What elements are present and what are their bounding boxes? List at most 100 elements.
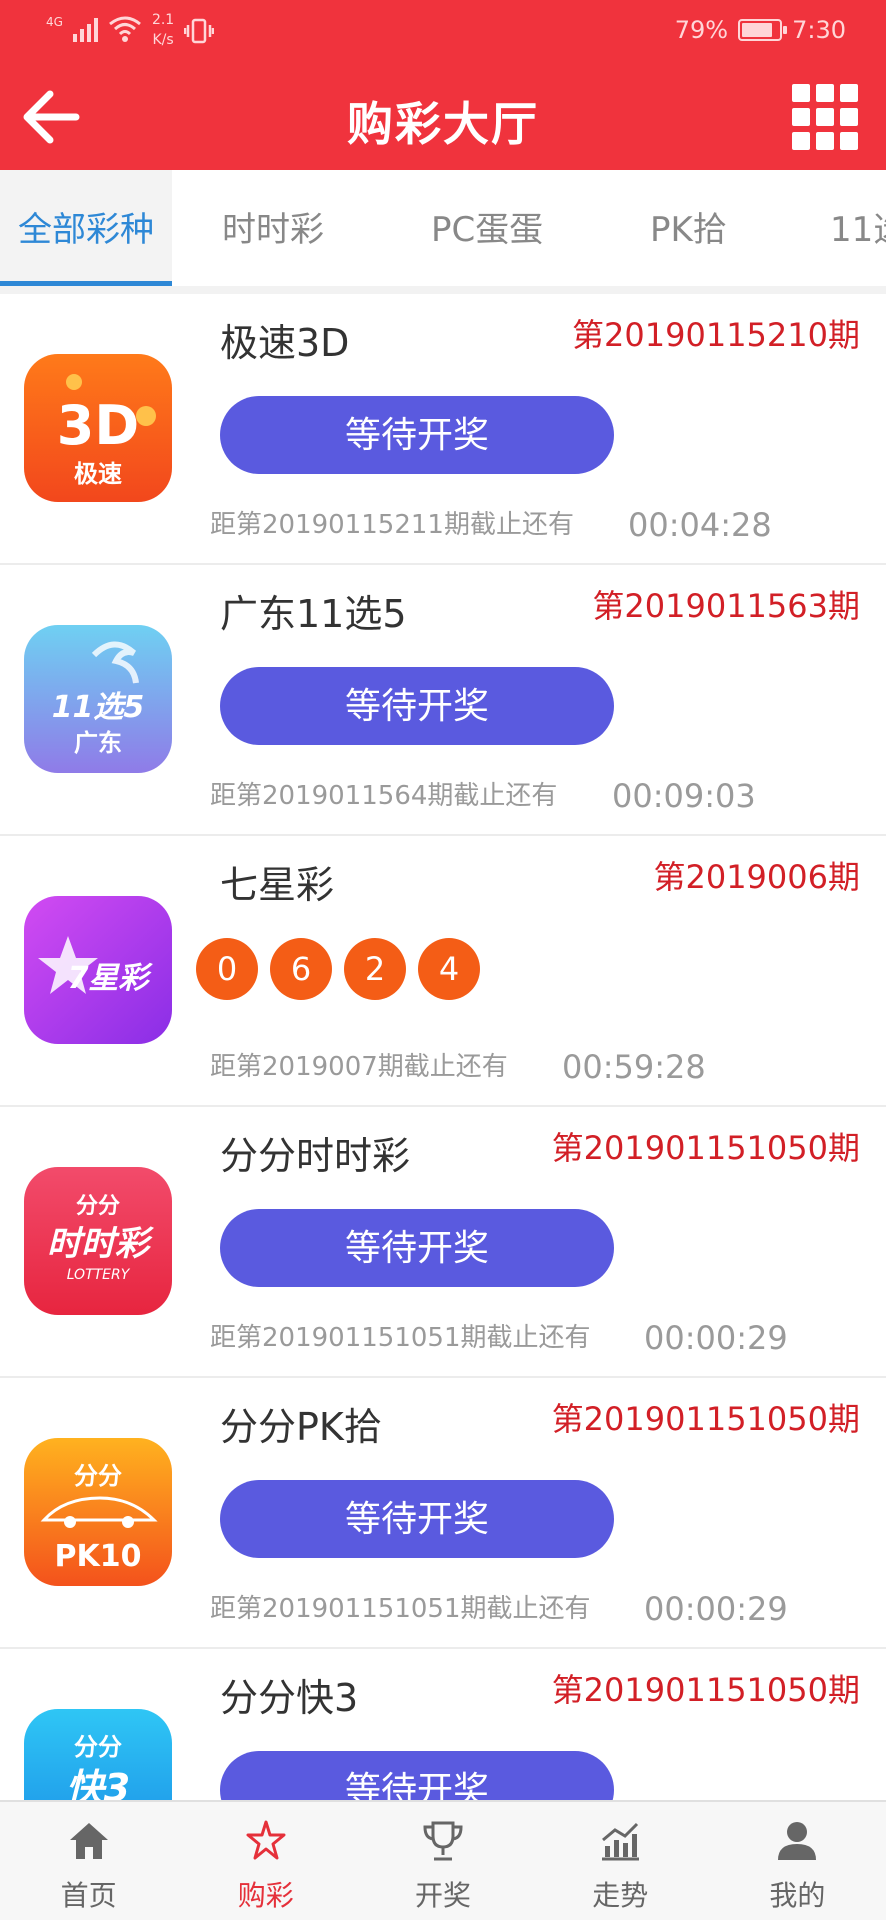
status-left: 4G 2.1 K/s [46, 10, 215, 50]
nav-home[interactable]: 首页 [0, 1802, 177, 1920]
lottery-name: 分分快3 [220, 1676, 359, 1720]
tab-label: 全部彩种 [18, 210, 154, 250]
lottery-name: 分分PK拾 [220, 1405, 382, 1449]
header: 购彩大厅 [0, 64, 886, 170]
qixingcai-logo: 7星彩 [24, 896, 172, 1044]
battery-icon [738, 19, 788, 41]
category-tabs: 全部彩种 时时彩 PC蛋蛋 PK拾 11选5 [0, 170, 886, 294]
tab-label: 时时彩 [222, 210, 324, 250]
lottery-name: 广东11选5 [220, 592, 407, 636]
lottery-period: 第2019011563期 [592, 587, 860, 625]
bottom-nav: 首页 购彩 开奖 走势 我的 [0, 1800, 886, 1920]
tab-11x5[interactable]: 11选5 [830, 170, 886, 286]
lottery-name: 七星彩 [220, 863, 335, 907]
net-speed-value: 2.1 [151, 12, 175, 28]
countdown-label: 距第2019007期截止还有 [210, 1052, 508, 1082]
net-speed-unit: K/s [152, 32, 174, 48]
network-type: 4G [46, 15, 63, 29]
battery-percent: 79% [674, 16, 729, 44]
fenfen-k3-logo: 分分 快3 [24, 1709, 172, 1800]
lottery-period: 第201901151050期 [551, 1671, 860, 1709]
lottery-item-fenfen-ssc[interactable]: 分分 时时彩 LOTTERY 分分时时彩 第201901151050期 等待开奖… [0, 1107, 886, 1378]
svg-text:PK10: PK10 [55, 1539, 142, 1574]
wifi-icon [109, 16, 141, 42]
nav-draw-results[interactable]: 开奖 [354, 1802, 531, 1920]
waiting-draw-button[interactable]: 等待开奖 [220, 1480, 614, 1558]
number-ball: 4 [418, 938, 480, 1000]
svg-text:分分: 分分 [76, 1194, 120, 1219]
countdown-label: 距第20190115211期截止还有 [210, 510, 574, 540]
svg-text:11选5: 11选5 [52, 690, 145, 725]
page-title: 购彩大厅 [347, 97, 539, 151]
tab-shishicai[interactable]: 时时彩 [222, 170, 324, 286]
countdown-time: 00:00:29 [644, 1319, 788, 1357]
nav-label: 开奖 [415, 1879, 472, 1912]
jisu-3d-logo: 3D 极速 [24, 354, 172, 502]
lottery-item-fenfen-pk10[interactable]: 分分 PK10 分分PK拾 第201901151050期 等待开奖 距第2019… [0, 1378, 886, 1649]
nav-label: 首页 [60, 1879, 117, 1912]
svg-text:极速: 极速 [74, 460, 122, 488]
tab-all-lotteries[interactable]: 全部彩种 [0, 170, 172, 286]
user-icon [778, 1822, 817, 1860]
lottery-name: 极速3D [220, 321, 350, 365]
clock: 7:30 [792, 16, 846, 44]
number-ball: 6 [270, 938, 332, 1000]
trophy-icon [423, 1821, 463, 1861]
status-bar: 4G 2.1 K/s 79% 7:30 [0, 0, 886, 64]
trend-chart-icon [602, 1822, 640, 1861]
tab-pk10[interactable]: PK拾 [650, 170, 727, 286]
fenfen-ssc-logo: 分分 时时彩 LOTTERY [24, 1167, 172, 1315]
waiting-draw-button[interactable]: 等待开奖 [220, 667, 614, 745]
tab-active-indicator [0, 281, 172, 286]
nav-buy[interactable]: 购彩 [177, 1802, 354, 1920]
svg-text:快3: 快3 [66, 1766, 130, 1800]
tab-pc-dandan[interactable]: PC蛋蛋 [431, 170, 543, 286]
lottery-name: 分分时时彩 [220, 1134, 411, 1178]
tab-label: 11选5 [830, 210, 886, 250]
lottery-period: 第20190115210期 [572, 316, 860, 354]
vibrate-icon [184, 18, 215, 44]
star-icon [246, 1820, 286, 1860]
home-icon [69, 1823, 108, 1859]
countdown-time: 00:04:28 [628, 506, 772, 544]
countdown-time: 00:00:29 [644, 1590, 788, 1628]
lottery-item-guangdong-11x5[interactable]: 11选5 广东 广东11选5 第2019011563期 等待开奖 距第20190… [0, 565, 886, 836]
net-speed: 2.1 K/s [152, 10, 174, 50]
svg-text:7星彩: 7星彩 [68, 961, 154, 996]
grid-menu-icon[interactable] [792, 84, 858, 150]
svg-text:广东: 广东 [74, 729, 122, 757]
waiting-draw-button[interactable]: 等待开奖 [220, 1209, 614, 1287]
number-ball: 0 [196, 938, 258, 1000]
countdown-time: 00:59:28 [562, 1048, 706, 1086]
lottery-item-fenfen-k3[interactable]: 分分 快3 分分快3 第201901151050期 等待开奖 [0, 1649, 886, 1800]
tab-label: PC蛋蛋 [431, 210, 544, 250]
signal-icon [72, 16, 98, 42]
waiting-draw-button[interactable]: 等待开奖 [220, 396, 614, 474]
nav-label: 走势 [592, 1879, 649, 1912]
nav-mine[interactable]: 我的 [709, 1802, 886, 1920]
tab-label: PK拾 [650, 210, 727, 250]
lottery-item-qixingcai[interactable]: 7星彩 七星彩 第2019006期 0 6 2 4 距第2019007期截止还有… [0, 836, 886, 1107]
nav-trend[interactable]: 走势 [532, 1802, 709, 1920]
number-ball: 2 [344, 938, 406, 1000]
svg-text:分分: 分分 [74, 1462, 122, 1490]
waiting-draw-button[interactable]: 等待开奖 [220, 1751, 614, 1800]
fenfen-pk10-logo: 分分 PK10 [24, 1438, 172, 1586]
svg-text:3D: 3D [57, 394, 139, 457]
countdown-label: 距第201901151051期截止还有 [210, 1323, 591, 1353]
winning-numbers: 0 6 2 4 [196, 938, 480, 1000]
nav-label: 我的 [769, 1879, 826, 1912]
svg-text:分分: 分分 [74, 1733, 122, 1761]
lottery-period: 第2019006期 [653, 858, 860, 896]
nav-label: 购彩 [237, 1879, 294, 1912]
lottery-period: 第201901151050期 [551, 1129, 860, 1167]
svg-text:时时彩: 时时彩 [47, 1224, 154, 1264]
svg-text:LOTTERY: LOTTERY [67, 1267, 131, 1283]
lottery-item-jisu-3d[interactable]: 3D 极速 极速3D 第20190115210期 等待开奖 距第20190115… [0, 294, 886, 565]
status-right: 79% 7:30 [675, 16, 846, 44]
countdown-time: 00:09:03 [612, 777, 756, 815]
lottery-period: 第201901151050期 [551, 1400, 860, 1438]
lottery-list: 3D 极速 极速3D 第20190115210期 等待开奖 距第20190115… [0, 294, 886, 1800]
top-bar: 4G 2.1 K/s 79% 7:30 购彩大厅 [0, 0, 886, 170]
countdown-label: 距第2019011564期截止还有 [210, 781, 558, 811]
